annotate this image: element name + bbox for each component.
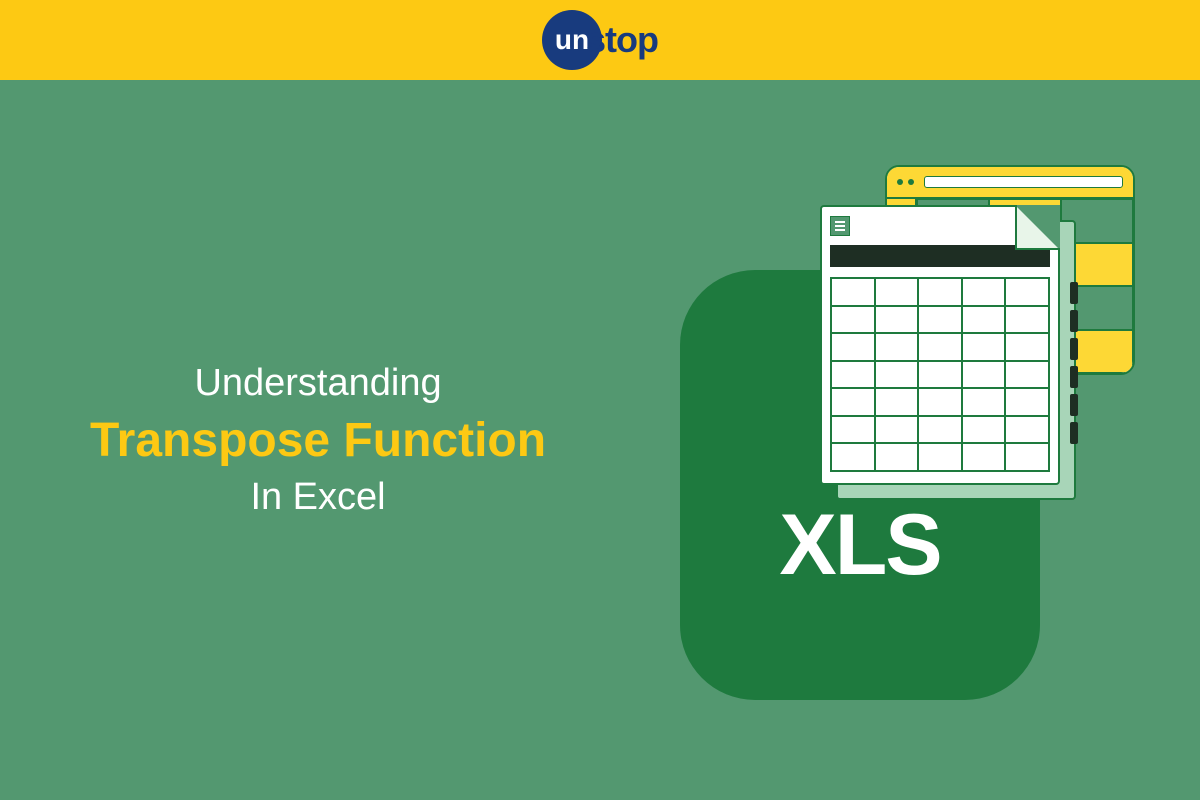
sheet-tab-icon xyxy=(1070,366,1078,388)
window-header xyxy=(887,167,1133,199)
document-grid xyxy=(830,277,1050,472)
title-block: Understanding Transpose Function In Exce… xyxy=(90,362,546,519)
main-panel: Understanding Transpose Function In Exce… xyxy=(0,80,1200,800)
sheet-tab-icon xyxy=(1070,422,1078,444)
sheet-tabs xyxy=(1070,282,1078,444)
title-line2: Transpose Function xyxy=(90,413,546,468)
sheet-tab-icon xyxy=(1070,282,1078,304)
xls-illustration: XLS xyxy=(660,160,1140,720)
logo-suffix-text: stop xyxy=(586,19,658,61)
header-band: un stop xyxy=(0,0,1200,80)
foreground-spreadsheet-document xyxy=(820,205,1060,485)
title-line1: Understanding xyxy=(194,362,441,405)
title-line3: In Excel xyxy=(250,476,385,519)
spreadsheet-icon xyxy=(830,216,850,236)
page-fold-icon xyxy=(1015,205,1060,250)
sheet-tab-icon xyxy=(1070,338,1078,360)
sheet-tab-icon xyxy=(1070,310,1078,332)
sheet-tab-icon xyxy=(1070,394,1078,416)
window-control-icon xyxy=(897,179,903,185)
address-bar-icon xyxy=(924,176,1123,188)
xls-file-label: XLS xyxy=(779,496,940,595)
window-control-icon xyxy=(908,179,914,185)
logo-badge-text: un xyxy=(555,24,589,56)
